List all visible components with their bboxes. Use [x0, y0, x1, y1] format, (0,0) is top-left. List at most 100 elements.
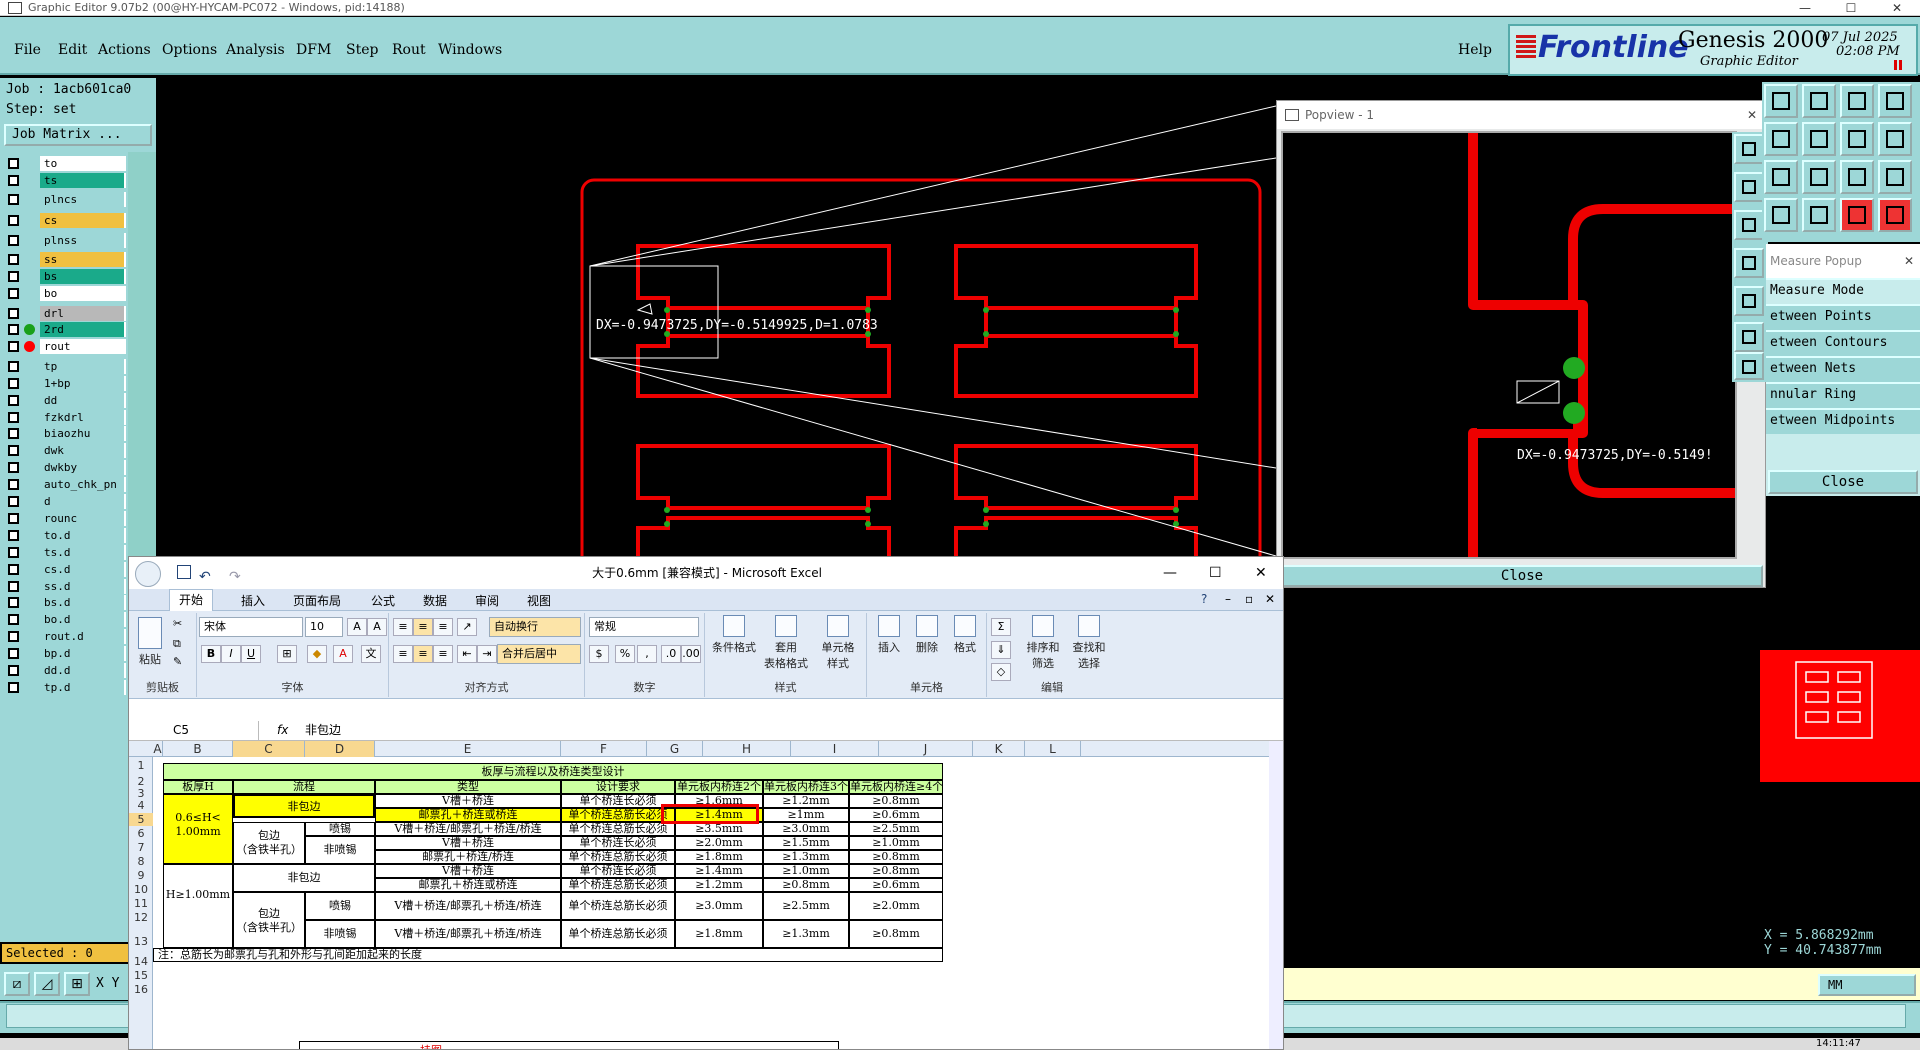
units-selector[interactable]: MM	[1818, 974, 1916, 996]
save-icon[interactable]	[177, 565, 191, 579]
type-cell[interactable]: V槽＋桥连	[375, 836, 561, 850]
layer-row[interactable]: cs	[4, 213, 126, 229]
layer-checkbox[interactable]	[8, 174, 19, 186]
requirement-cell[interactable]: 单个桥连总筋长必须	[561, 850, 675, 864]
layer-checkbox[interactable]	[8, 445, 19, 457]
close-window-button[interactable]: ✕	[1874, 0, 1920, 16]
menu-windows[interactable]: Windows	[438, 42, 502, 58]
column-header[interactable]: C	[233, 741, 305, 757]
bridge3-cell[interactable]: ≥1.5mm	[763, 836, 849, 850]
layer-row[interactable]: bs	[4, 269, 126, 285]
layer-name[interactable]: auto_chk_pn	[40, 477, 126, 493]
autosum-icon[interactable]: Σ	[991, 618, 1011, 636]
layer-checkbox[interactable]	[8, 234, 19, 246]
layer-row[interactable]: biaozhu	[4, 426, 126, 442]
requirement-cell[interactable]: 单个桥连长必须	[561, 836, 675, 850]
between-midpoints-option[interactable]: etween Midpoints	[1766, 408, 1920, 434]
bridge3-cell[interactable]: ≥1.2mm	[763, 794, 849, 808]
table-header[interactable]: 单元板内桥连≥4个	[849, 780, 943, 794]
bridge4-cell[interactable]: ≥0.8mm	[849, 850, 943, 864]
bridge3-cell[interactable]: ≥1.3mm	[763, 850, 849, 864]
column-header[interactable]: E	[375, 741, 561, 757]
embedded-object[interactable]: 挂图	[299, 1041, 839, 1049]
format-cells-button[interactable]: 格式	[947, 615, 983, 655]
vertical-scrollbar[interactable]	[1269, 741, 1283, 1049]
process-wrap[interactable]: 包边 （含铁半孔）	[233, 822, 305, 864]
layer-name[interactable]: ts	[40, 172, 126, 188]
requirement-cell[interactable]: 单个桥连总筋长必须	[561, 822, 675, 836]
column-header[interactable]: D	[305, 741, 375, 757]
layer-checkbox[interactable]	[8, 512, 19, 524]
table-header[interactable]: 板厚H	[163, 780, 233, 794]
menu-step[interactable]: Step	[346, 42, 378, 58]
row-header[interactable]: 14	[129, 955, 153, 968]
find-select-button[interactable]: 查找和 选择	[1067, 615, 1111, 671]
font-color-icon[interactable]: A	[333, 645, 353, 663]
minimize-button[interactable]: —	[1782, 0, 1828, 16]
layer-name[interactable]: dwkby	[40, 460, 126, 476]
redo-icon[interactable]	[1878, 122, 1912, 156]
paste-button[interactable]: 粘贴	[135, 617, 165, 667]
layer-checkbox[interactable]	[8, 597, 19, 609]
conditional-format-button[interactable]: 条件格式	[709, 615, 759, 655]
bridge2-cell[interactable]: ≥2.0mm	[675, 836, 763, 850]
column-header[interactable]: B	[163, 741, 233, 757]
tab-data[interactable]: 数据	[423, 592, 447, 609]
layer-row[interactable]: ss.d	[4, 578, 126, 594]
fill-color-icon[interactable]: ◆	[307, 645, 327, 663]
layer-row[interactable]: auto_chk_pn	[4, 477, 126, 493]
layer-checkbox[interactable]	[8, 215, 19, 227]
note-cell[interactable]: 注：总筋长为邮票孔与孔和外形与孔间距加起来的长度	[153, 948, 943, 962]
zoom-tool-icon[interactable]: ⧄	[4, 972, 30, 996]
bridge4-cell[interactable]: ≥2.0mm	[849, 892, 943, 920]
spray-cell[interactable]: 喷锡	[305, 822, 375, 836]
row-header[interactable]: 9	[129, 869, 153, 882]
layer-name[interactable]: rout	[40, 339, 126, 355]
cell-styles-button[interactable]: 单元格 样式	[813, 615, 863, 671]
bridge4-cell[interactable]: ≥2.5mm	[849, 822, 943, 836]
row-header[interactable]: 5	[129, 813, 153, 826]
layer-name[interactable]: bs.d	[40, 595, 126, 611]
layer-row[interactable]: rounc	[4, 510, 126, 526]
column-header[interactable]: H	[703, 741, 791, 757]
bridge4-cell[interactable]: ≥0.8mm	[849, 794, 943, 808]
grow-font-icon[interactable]: A	[347, 618, 367, 636]
between-points-option[interactable]: etween Points	[1766, 304, 1920, 330]
tab-insert[interactable]: 插入	[241, 592, 265, 609]
layer-row[interactable]: fzkdrl	[4, 409, 126, 425]
border-icon[interactable]: ⊞	[277, 645, 297, 663]
layer-checkbox[interactable]	[8, 563, 19, 575]
bridge4-cell[interactable]: ≥0.8mm	[849, 920, 943, 948]
layer-name[interactable]: d	[40, 494, 126, 509]
row-header[interactable]: 8	[129, 855, 153, 868]
decrease-indent-icon[interactable]: ⇤	[457, 645, 477, 663]
help-icon[interactable]	[1878, 160, 1912, 194]
column-header[interactable]: G	[647, 741, 703, 757]
layer-row[interactable]: 1+bp	[4, 375, 126, 391]
popview-close-button[interactable]: Close	[1281, 565, 1763, 587]
overview-map[interactable]	[1760, 650, 1920, 782]
layer-checkbox[interactable]	[8, 546, 19, 558]
sort-filter-button[interactable]: 排序和 筛选	[1021, 615, 1065, 671]
ribbon-minimize-icon[interactable]: –	[1225, 592, 1231, 606]
layer-row[interactable]: ts.d	[4, 544, 126, 560]
layer-row[interactable]: to.d	[4, 527, 126, 543]
home-down-icon[interactable]	[1802, 84, 1836, 118]
thickness-cell-b[interactable]: H≥1.00mm	[163, 864, 233, 948]
layer-checkbox[interactable]	[8, 665, 19, 676]
type-cell[interactable]: 邮票孔＋桥连/桥连	[375, 850, 561, 864]
bridge3-cell[interactable]: ≥0.8mm	[763, 878, 849, 892]
align-bottom-icon[interactable]: ≡	[433, 618, 453, 636]
pan-icon[interactable]	[1734, 248, 1764, 278]
phonetic-icon[interactable]: 文	[361, 645, 381, 663]
table-header[interactable]: 单元板内桥连3个	[763, 780, 849, 794]
layer-row[interactable]: tp	[4, 358, 126, 374]
column-header[interactable]: J	[879, 741, 973, 757]
route-icon[interactable]	[1878, 198, 1912, 232]
layer-row[interactable]: ts	[4, 172, 126, 188]
right-arrow-icon[interactable]	[1802, 122, 1836, 156]
type-cell[interactable]: V槽＋桥连/邮票孔＋桥连/桥连	[375, 822, 561, 836]
layer-row[interactable]: to	[4, 156, 126, 171]
tab-formulas[interactable]: 公式	[371, 592, 395, 609]
popview-close-icon[interactable]: ✕	[1747, 101, 1757, 129]
